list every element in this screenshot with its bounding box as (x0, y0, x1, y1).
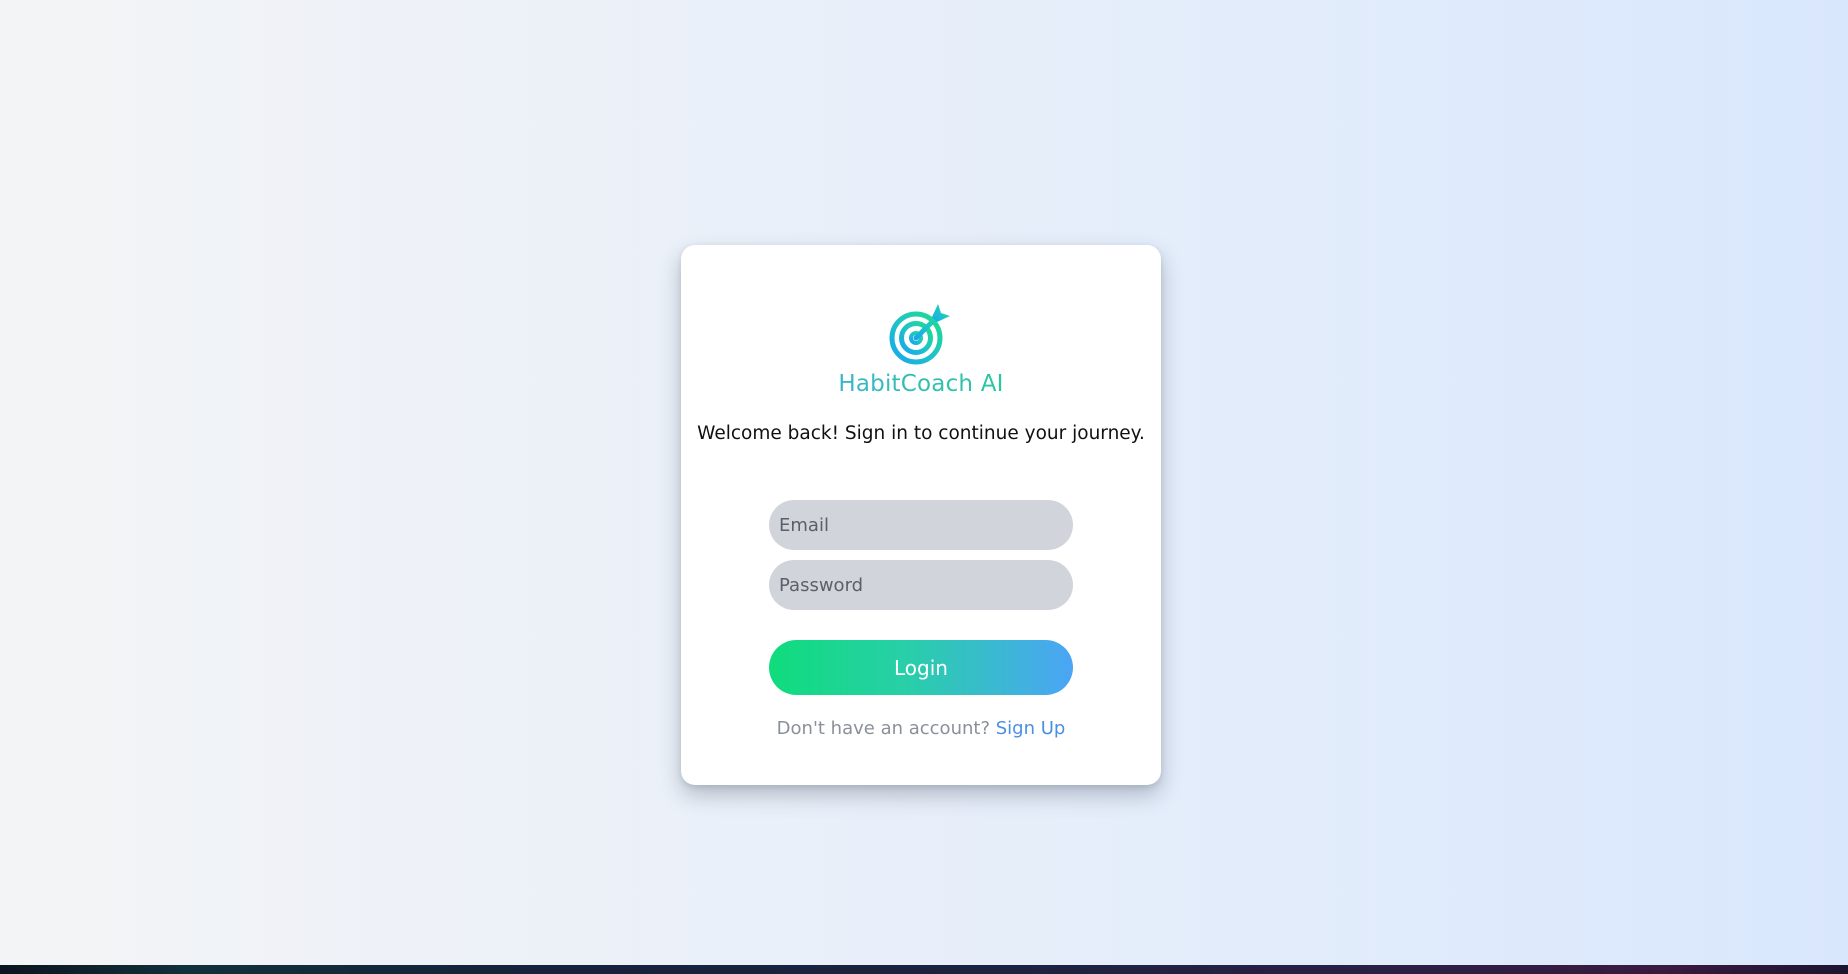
target-arrow-icon (889, 304, 950, 365)
signup-link[interactable]: Sign Up (996, 718, 1066, 739)
signup-prompt-line: Don't have an account? Sign Up (681, 718, 1161, 739)
welcome-text: Welcome back! Sign in to continue your j… (697, 423, 1145, 444)
login-button[interactable]: Login (769, 640, 1073, 695)
brand-title: HabitCoach AI (681, 371, 1161, 397)
login-card: HabitCoach AI Welcome back! Sign in to c… (681, 245, 1161, 785)
password-field[interactable] (769, 560, 1073, 610)
taskbar-strip (0, 965, 1848, 974)
email-field[interactable] (769, 500, 1073, 550)
signup-prompt: Don't have an account? (776, 718, 990, 739)
